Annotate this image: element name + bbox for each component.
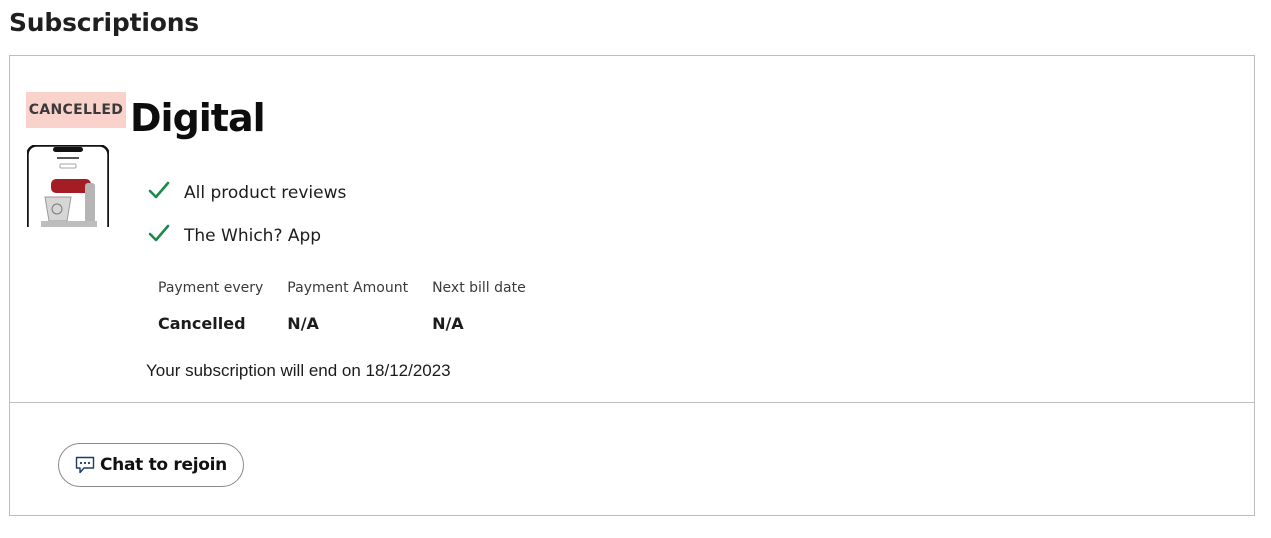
list-item: All product reviews — [148, 171, 346, 214]
status-badge: CANCELLED — [26, 92, 126, 128]
chat-to-rejoin-button[interactable]: Chat to rejoin — [58, 443, 244, 487]
subscription-end-note: Your subscription will end on 18/12/2023 — [146, 361, 451, 380]
chat-button-label: Chat to rejoin — [100, 455, 227, 475]
list-item: The Which? App — [148, 214, 346, 257]
check-icon — [148, 224, 170, 241]
product-image — [27, 145, 109, 229]
check-icon — [148, 181, 170, 198]
divider — [10, 402, 1254, 403]
feature-label: The Which? App — [184, 225, 322, 246]
table-row: Cancelled N/A N/A — [158, 300, 550, 333]
value-payment-amount: N/A — [287, 314, 319, 333]
page-title: Subscriptions — [9, 8, 199, 37]
header-payment-amount: Payment Amount — [287, 280, 409, 296]
chat-bubble-icon — [75, 456, 95, 474]
subscription-card: CANCELLED Digital All product reviews Th… — [9, 55, 1255, 516]
header-next-bill-date: Next bill date — [432, 280, 526, 296]
plan-name: Digital — [130, 96, 266, 140]
payment-table: Payment every Payment Amount Next bill d… — [158, 276, 550, 333]
feature-label: All product reviews — [184, 182, 347, 203]
table-header-row: Payment every Payment Amount Next bill d… — [158, 276, 550, 300]
header-payment-every: Payment every — [158, 280, 264, 296]
value-next-bill-date: N/A — [432, 314, 464, 333]
value-payment-every: Cancelled — [158, 314, 246, 333]
feature-list: All product reviews The Which? App — [148, 171, 346, 257]
